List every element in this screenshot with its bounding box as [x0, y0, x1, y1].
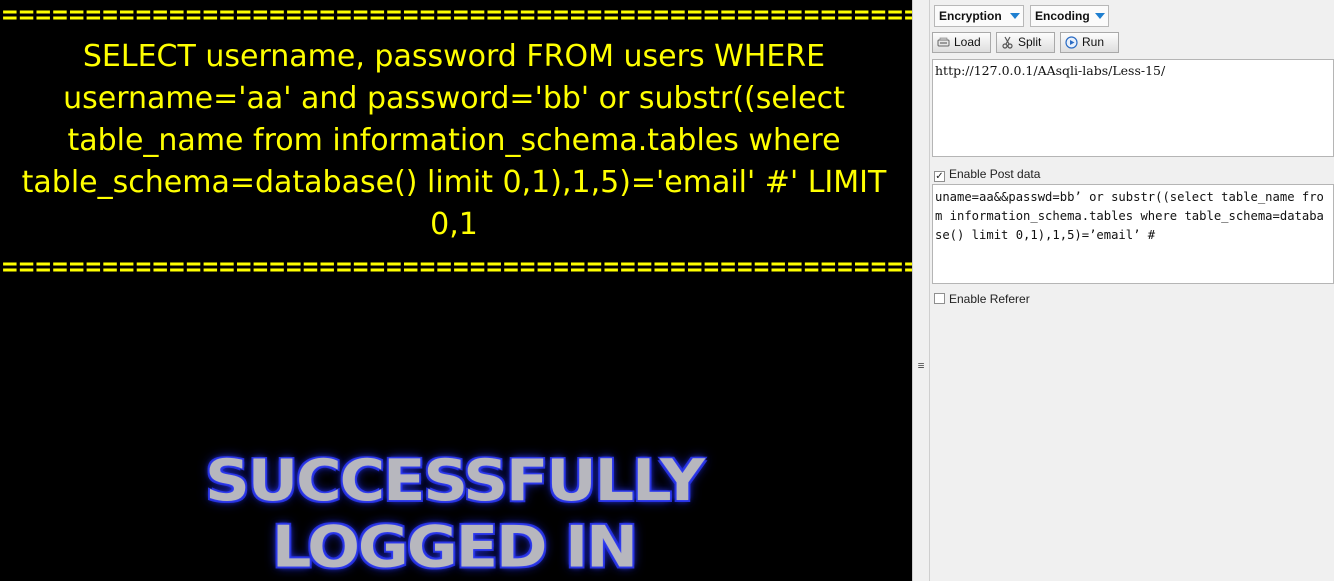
success-banner: SUCCESSFULLY LOGGED IN	[0, 446, 908, 581]
page-content: ========================================…	[0, 0, 912, 581]
enable-post-checkbox[interactable]: ✓	[934, 171, 945, 182]
enable-post-row[interactable]: ✓ Enable Post data	[934, 167, 1041, 182]
chevron-down-icon	[1010, 13, 1020, 19]
encryption-dropdown-label: Encryption	[939, 9, 1002, 23]
load-button-label: Load	[954, 35, 981, 49]
encoding-dropdown[interactable]: Encoding	[1030, 5, 1109, 27]
banner-line-2: LOGGED IN	[271, 513, 638, 581]
enable-referer-checkbox[interactable]	[934, 293, 945, 304]
run-button-label: Run	[1082, 35, 1105, 49]
enable-referer-row[interactable]: Enable Referer	[934, 292, 1030, 306]
split-button-label: Split	[1018, 35, 1042, 49]
url-textarea[interactable]: http://127.0.0.1/AAsqli-labs/Less-15/	[932, 59, 1334, 157]
play-icon	[1065, 36, 1078, 49]
hackbar-panel: Encryption Encoding Load Split Run http:…	[930, 0, 1334, 581]
chevron-down-icon	[1095, 13, 1105, 19]
banner-line-1: SUCCESSFULLY	[205, 446, 705, 514]
split-url-button[interactable]: Split	[996, 32, 1055, 53]
enable-post-label: Enable Post data	[949, 167, 1041, 181]
enable-referer-label: Enable Referer	[949, 292, 1030, 306]
post-data-textarea[interactable]: uname=aa&&passwd=bb’ or substr((select t…	[932, 184, 1334, 284]
splitter-grip-icon[interactable]: ≡	[917, 360, 925, 371]
separator-bottom: ========================================…	[2, 256, 912, 278]
encryption-dropdown[interactable]: Encryption	[934, 5, 1024, 27]
run-button[interactable]: Run	[1060, 32, 1119, 53]
load-url-button[interactable]: Load	[932, 32, 991, 53]
encoding-dropdown-label: Encoding	[1035, 9, 1090, 23]
scissors-icon	[1002, 36, 1013, 49]
sql-query-text: SELECT username, password FROM users WHE…	[21, 39, 887, 242]
load-icon	[937, 37, 950, 47]
separator-top: ========================================…	[2, 4, 912, 26]
panel-splitter[interactable]: ≡	[912, 0, 930, 581]
